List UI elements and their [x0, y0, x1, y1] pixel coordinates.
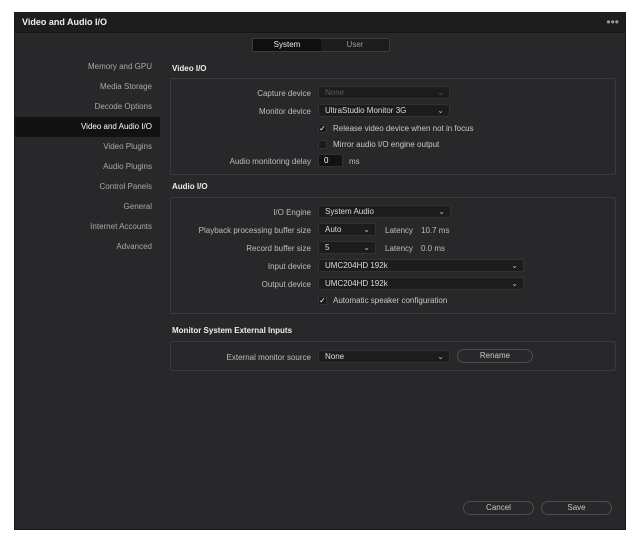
io-engine-label: I/O Engine	[273, 208, 311, 217]
external-source-label: External monitor source	[226, 353, 311, 362]
monitor-device-value: UltraStudio Monitor 3G	[325, 106, 407, 115]
rename-button[interactable]: Rename	[457, 349, 533, 363]
auto-speaker-checkbox[interactable]: ✓	[318, 296, 327, 305]
monitoring-delay-label: Audio monitoring delay	[229, 157, 311, 166]
external-source-dropdown[interactable]: None ⌄	[318, 350, 450, 363]
sidebar-item-internet-accounts[interactable]: Internet Accounts	[15, 217, 160, 237]
sidebar-item-audio-plugins[interactable]: Audio Plugins	[15, 157, 160, 177]
record-latency-value: 0.0 ms	[421, 244, 446, 253]
monitoring-delay-input[interactable]: 0	[318, 154, 343, 167]
mirror-audio-label: Mirror audio I/O engine output	[333, 140, 440, 149]
input-device-label: Input device	[267, 262, 311, 271]
sidebar: Memory and GPU Media Storage Decode Opti…	[15, 57, 160, 257]
input-device-dropdown[interactable]: UMC204HD 192k ⌄	[318, 259, 524, 272]
window-title: Video and Audio I/O	[22, 17, 108, 27]
chevron-down-icon: ⌄	[438, 207, 445, 216]
chevron-down-icon: ⌄	[363, 243, 370, 252]
capture-device-dropdown[interactable]: None ⌄	[318, 86, 450, 99]
output-device-value: UMC204HD 192k	[325, 279, 388, 288]
sidebar-item-decode-options[interactable]: Decode Options	[15, 97, 160, 117]
sidebar-item-video-plugins[interactable]: Video Plugins	[15, 137, 160, 157]
playback-buffer-dropdown[interactable]: Auto ⌄	[318, 223, 376, 236]
cancel-button[interactable]: Cancel	[463, 501, 534, 515]
monitoring-delay-unit: ms	[349, 157, 360, 166]
auto-speaker-label: Automatic speaker configuration	[333, 296, 448, 305]
video-io-panel: Capture device None ⌄ Monitor device Ult…	[170, 78, 616, 175]
chevron-down-icon: ⌄	[511, 261, 518, 270]
chevron-down-icon: ⌄	[363, 225, 370, 234]
video-io-title: Video I/O	[172, 64, 207, 73]
record-buffer-label: Record buffer size	[246, 244, 311, 253]
output-device-label: Output device	[261, 280, 311, 289]
playback-latency-value: 10.7 ms	[421, 226, 450, 235]
audio-io-panel: I/O Engine System Audio ⌄ Playback proce…	[170, 197, 616, 314]
external-source-value: None	[325, 352, 345, 361]
sidebar-item-video-and-audio-io[interactable]: Video and Audio I/O	[15, 117, 160, 137]
save-button[interactable]: Save	[541, 501, 612, 515]
monitor-device-label: Monitor device	[258, 107, 311, 116]
mirror-audio-checkbox[interactable]	[318, 140, 327, 149]
playback-buffer-label: Playback processing buffer size	[198, 226, 311, 235]
sidebar-item-memory-and-gpu[interactable]: Memory and GPU	[15, 57, 160, 77]
io-engine-dropdown[interactable]: System Audio ⌄	[318, 205, 451, 218]
output-device-dropdown[interactable]: UMC204HD 192k ⌄	[318, 277, 524, 290]
io-engine-value: System Audio	[325, 207, 374, 216]
tab-system[interactable]: System	[253, 39, 321, 51]
preferences-window: Video and Audio I/O ••• System User Memo…	[14, 12, 626, 530]
chevron-down-icon: ⌄	[511, 279, 518, 288]
monitor-device-dropdown[interactable]: UltraStudio Monitor 3G ⌄	[318, 104, 450, 117]
chevron-down-icon: ⌄	[437, 352, 444, 361]
playback-latency-label: Latency	[385, 226, 414, 235]
capture-device-value: None	[325, 88, 345, 97]
input-device-value: UMC204HD 192k	[325, 261, 388, 270]
sidebar-item-general[interactable]: General	[15, 197, 160, 217]
record-buffer-dropdown[interactable]: 5 ⌄	[318, 241, 376, 254]
release-device-checkbox[interactable]: ✓	[318, 124, 327, 133]
monitor-inputs-panel: External monitor source None ⌄ Rename	[170, 341, 616, 371]
record-latency-label: Latency	[385, 244, 414, 253]
more-horizontal-icon[interactable]: •••	[606, 15, 619, 29]
monitor-inputs-title: Monitor System External Inputs	[172, 326, 293, 335]
title-bar: Video and Audio I/O •••	[15, 13, 625, 33]
release-device-label: Release video device when not in focus	[333, 124, 474, 133]
preferences-tabs: System User	[252, 38, 390, 52]
capture-device-label: Capture device	[257, 89, 311, 98]
audio-io-title: Audio I/O	[172, 182, 208, 191]
sidebar-item-advanced[interactable]: Advanced	[15, 237, 160, 257]
tab-user[interactable]: User	[321, 39, 389, 51]
sidebar-item-media-storage[interactable]: Media Storage	[15, 77, 160, 97]
sidebar-item-control-panels[interactable]: Control Panels	[15, 177, 160, 197]
chevron-down-icon: ⌄	[437, 106, 444, 115]
record-buffer-value: 5	[325, 243, 330, 252]
chevron-down-icon: ⌄	[437, 88, 444, 97]
playback-buffer-value: Auto	[325, 225, 342, 234]
